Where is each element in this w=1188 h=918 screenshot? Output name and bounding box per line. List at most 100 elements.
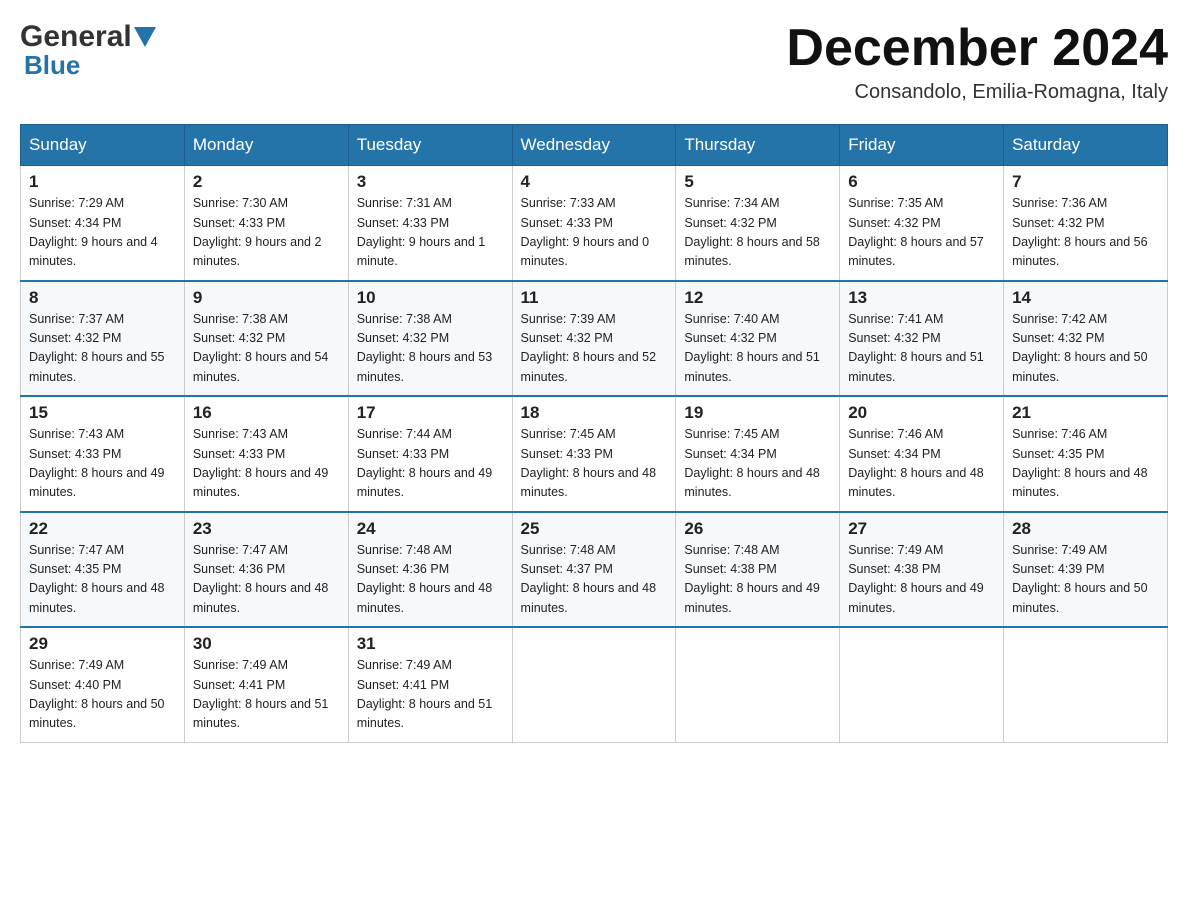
calendar-cell: 11Sunrise: 7:39 AMSunset: 4:32 PMDayligh… (512, 281, 676, 397)
day-info: Sunrise: 7:42 AMSunset: 4:32 PMDaylight:… (1012, 310, 1159, 388)
day-info: Sunrise: 7:49 AMSunset: 4:40 PMDaylight:… (29, 656, 176, 734)
day-info: Sunrise: 7:48 AMSunset: 4:38 PMDaylight:… (684, 541, 831, 619)
calendar-cell (1004, 627, 1168, 742)
calendar-cell: 20Sunrise: 7:46 AMSunset: 4:34 PMDayligh… (840, 396, 1004, 512)
calendar-cell: 27Sunrise: 7:49 AMSunset: 4:38 PMDayligh… (840, 512, 1004, 628)
day-number: 9 (193, 288, 340, 308)
calendar-cell: 2Sunrise: 7:30 AMSunset: 4:33 PMDaylight… (184, 166, 348, 281)
day-number: 23 (193, 519, 340, 539)
calendar-cell: 31Sunrise: 7:49 AMSunset: 4:41 PMDayligh… (348, 627, 512, 742)
weekday-header-friday: Friday (840, 125, 1004, 166)
day-number: 1 (29, 172, 176, 192)
day-info: Sunrise: 7:49 AMSunset: 4:38 PMDaylight:… (848, 541, 995, 619)
calendar-cell (676, 627, 840, 742)
calendar-cell: 6Sunrise: 7:35 AMSunset: 4:32 PMDaylight… (840, 166, 1004, 281)
day-info: Sunrise: 7:47 AMSunset: 4:35 PMDaylight:… (29, 541, 176, 619)
calendar-cell: 18Sunrise: 7:45 AMSunset: 4:33 PMDayligh… (512, 396, 676, 512)
day-number: 11 (521, 288, 668, 308)
day-info: Sunrise: 7:46 AMSunset: 4:35 PMDaylight:… (1012, 425, 1159, 503)
day-number: 29 (29, 634, 176, 654)
day-info: Sunrise: 7:48 AMSunset: 4:37 PMDaylight:… (521, 541, 668, 619)
weekday-header-saturday: Saturday (1004, 125, 1168, 166)
calendar-cell: 1Sunrise: 7:29 AMSunset: 4:34 PMDaylight… (21, 166, 185, 281)
calendar-cell: 8Sunrise: 7:37 AMSunset: 4:32 PMDaylight… (21, 281, 185, 397)
day-info: Sunrise: 7:38 AMSunset: 4:32 PMDaylight:… (193, 310, 340, 388)
logo: General Blue (20, 20, 156, 81)
weekday-header-thursday: Thursday (676, 125, 840, 166)
calendar-cell: 4Sunrise: 7:33 AMSunset: 4:33 PMDaylight… (512, 166, 676, 281)
day-number: 18 (521, 403, 668, 423)
day-info: Sunrise: 7:31 AMSunset: 4:33 PMDaylight:… (357, 194, 504, 272)
day-number: 17 (357, 403, 504, 423)
day-info: Sunrise: 7:40 AMSunset: 4:32 PMDaylight:… (684, 310, 831, 388)
day-number: 27 (848, 519, 995, 539)
day-info: Sunrise: 7:34 AMSunset: 4:32 PMDaylight:… (684, 194, 831, 272)
day-info: Sunrise: 7:37 AMSunset: 4:32 PMDaylight:… (29, 310, 176, 388)
day-number: 26 (684, 519, 831, 539)
day-number: 13 (848, 288, 995, 308)
calendar-week-row: 15Sunrise: 7:43 AMSunset: 4:33 PMDayligh… (21, 396, 1168, 512)
calendar-cell: 24Sunrise: 7:48 AMSunset: 4:36 PMDayligh… (348, 512, 512, 628)
calendar-cell: 17Sunrise: 7:44 AMSunset: 4:33 PMDayligh… (348, 396, 512, 512)
calendar-table: SundayMondayTuesdayWednesdayThursdayFrid… (20, 124, 1168, 743)
calendar-cell: 12Sunrise: 7:40 AMSunset: 4:32 PMDayligh… (676, 281, 840, 397)
calendar-cell: 14Sunrise: 7:42 AMSunset: 4:32 PMDayligh… (1004, 281, 1168, 397)
day-number: 15 (29, 403, 176, 423)
day-info: Sunrise: 7:41 AMSunset: 4:32 PMDaylight:… (848, 310, 995, 388)
day-number: 22 (29, 519, 176, 539)
day-info: Sunrise: 7:36 AMSunset: 4:32 PMDaylight:… (1012, 194, 1159, 272)
location-title: Consandolo, Emilia-Romagna, Italy (786, 81, 1168, 104)
day-info: Sunrise: 7:48 AMSunset: 4:36 PMDaylight:… (357, 541, 504, 619)
calendar-cell: 23Sunrise: 7:47 AMSunset: 4:36 PMDayligh… (184, 512, 348, 628)
calendar-cell: 16Sunrise: 7:43 AMSunset: 4:33 PMDayligh… (184, 396, 348, 512)
day-number: 2 (193, 172, 340, 192)
calendar-week-row: 1Sunrise: 7:29 AMSunset: 4:34 PMDaylight… (21, 166, 1168, 281)
day-info: Sunrise: 7:49 AMSunset: 4:41 PMDaylight:… (193, 656, 340, 734)
day-info: Sunrise: 7:43 AMSunset: 4:33 PMDaylight:… (193, 425, 340, 503)
day-number: 19 (684, 403, 831, 423)
logo-blue: Blue (24, 50, 80, 81)
calendar-cell: 9Sunrise: 7:38 AMSunset: 4:32 PMDaylight… (184, 281, 348, 397)
calendar-cell: 7Sunrise: 7:36 AMSunset: 4:32 PMDaylight… (1004, 166, 1168, 281)
day-number: 24 (357, 519, 504, 539)
page-header: General Blue December 2024 Consandolo, E… (20, 20, 1168, 104)
calendar-cell: 19Sunrise: 7:45 AMSunset: 4:34 PMDayligh… (676, 396, 840, 512)
day-number: 8 (29, 288, 176, 308)
day-info: Sunrise: 7:46 AMSunset: 4:34 PMDaylight:… (848, 425, 995, 503)
day-number: 12 (684, 288, 831, 308)
calendar-body: 1Sunrise: 7:29 AMSunset: 4:34 PMDaylight… (21, 166, 1168, 743)
day-info: Sunrise: 7:43 AMSunset: 4:33 PMDaylight:… (29, 425, 176, 503)
day-number: 25 (521, 519, 668, 539)
calendar-cell: 26Sunrise: 7:48 AMSunset: 4:38 PMDayligh… (676, 512, 840, 628)
day-number: 28 (1012, 519, 1159, 539)
day-number: 5 (684, 172, 831, 192)
calendar-cell: 21Sunrise: 7:46 AMSunset: 4:35 PMDayligh… (1004, 396, 1168, 512)
day-info: Sunrise: 7:45 AMSunset: 4:34 PMDaylight:… (684, 425, 831, 503)
day-info: Sunrise: 7:35 AMSunset: 4:32 PMDaylight:… (848, 194, 995, 272)
calendar-cell: 13Sunrise: 7:41 AMSunset: 4:32 PMDayligh… (840, 281, 1004, 397)
calendar-cell: 30Sunrise: 7:49 AMSunset: 4:41 PMDayligh… (184, 627, 348, 742)
calendar-cell: 28Sunrise: 7:49 AMSunset: 4:39 PMDayligh… (1004, 512, 1168, 628)
weekday-header-wednesday: Wednesday (512, 125, 676, 166)
calendar-cell: 15Sunrise: 7:43 AMSunset: 4:33 PMDayligh… (21, 396, 185, 512)
day-info: Sunrise: 7:38 AMSunset: 4:32 PMDaylight:… (357, 310, 504, 388)
day-number: 4 (521, 172, 668, 192)
calendar-cell (512, 627, 676, 742)
calendar-cell: 22Sunrise: 7:47 AMSunset: 4:35 PMDayligh… (21, 512, 185, 628)
day-number: 6 (848, 172, 995, 192)
day-number: 10 (357, 288, 504, 308)
day-number: 21 (1012, 403, 1159, 423)
weekday-header-row: SundayMondayTuesdayWednesdayThursdayFrid… (21, 125, 1168, 166)
calendar-cell: 5Sunrise: 7:34 AMSunset: 4:32 PMDaylight… (676, 166, 840, 281)
weekday-header-monday: Monday (184, 125, 348, 166)
calendar-week-row: 22Sunrise: 7:47 AMSunset: 4:35 PMDayligh… (21, 512, 1168, 628)
day-number: 31 (357, 634, 504, 654)
calendar-cell: 25Sunrise: 7:48 AMSunset: 4:37 PMDayligh… (512, 512, 676, 628)
calendar-cell: 29Sunrise: 7:49 AMSunset: 4:40 PMDayligh… (21, 627, 185, 742)
logo-arrow-icon (134, 27, 156, 49)
day-info: Sunrise: 7:49 AMSunset: 4:39 PMDaylight:… (1012, 541, 1159, 619)
calendar-cell: 10Sunrise: 7:38 AMSunset: 4:32 PMDayligh… (348, 281, 512, 397)
day-info: Sunrise: 7:47 AMSunset: 4:36 PMDaylight:… (193, 541, 340, 619)
day-number: 14 (1012, 288, 1159, 308)
day-info: Sunrise: 7:44 AMSunset: 4:33 PMDaylight:… (357, 425, 504, 503)
